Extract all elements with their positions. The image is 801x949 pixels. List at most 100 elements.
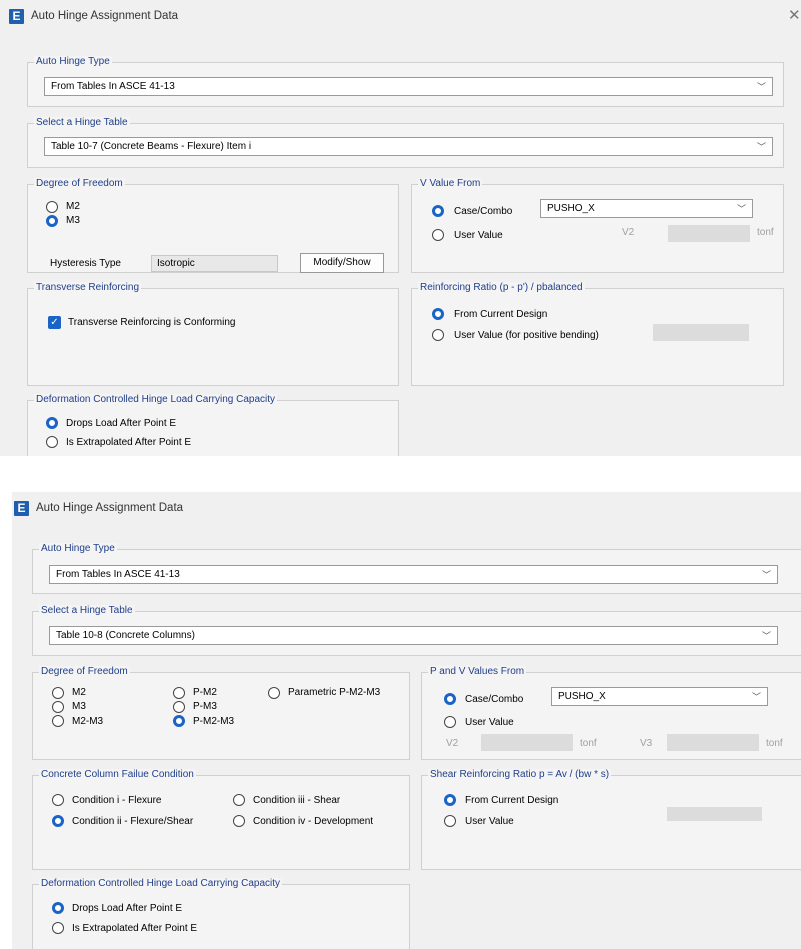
shear-ratio-legend: Shear Reinforcing Ratio p = Av / (bw * s…: [428, 769, 612, 780]
radio-condition-iii[interactable]: [233, 794, 245, 806]
hysteresis-value: Isotropic: [157, 258, 195, 269]
deformation-group: Deformation Controlled Hinge Load Carryi…: [27, 394, 399, 456]
radio-drops-load[interactable]: [52, 902, 64, 914]
conforming-checkbox-label: Transverse Reinforcing is Conforming: [68, 317, 236, 328]
auto-hinge-type-value: From Tables In ASCE 41-13: [56, 569, 180, 580]
v2-input[interactable]: [481, 734, 573, 751]
chevron-down-icon: ﹀: [751, 692, 761, 702]
case-combo-value: PUSHO_X: [558, 691, 606, 702]
window-title: Auto Hinge Assignment Data: [36, 502, 184, 514]
reinforcing-ratio-legend: Reinforcing Ratio (p - p') / pbalanced: [418, 282, 585, 293]
radio-drops-load[interactable]: [46, 417, 58, 429]
hinge-table-group: Select a Hinge Table Table 10-7 (Concret…: [27, 117, 784, 168]
radio-p-m2[interactable]: [173, 687, 185, 699]
auto-hinge-type-dropdown[interactable]: From Tables In ASCE 41-13 ﹀: [49, 565, 778, 584]
radio-user-value-positive[interactable]: [432, 329, 444, 341]
auto-hinge-type-group: Auto Hinge Type From Tables In ASCE 41-1…: [32, 543, 801, 594]
hinge-table-value: Table 10-7 (Concrete Beams - Flexure) It…: [51, 141, 252, 152]
radio-extrapolated[interactable]: [46, 436, 58, 448]
close-icon[interactable]: ✕: [788, 6, 801, 24]
radio-condition-iv-label: Condition iv - Development: [253, 816, 374, 827]
radio-from-current-design[interactable]: [444, 794, 456, 806]
failure-condition-group: Concrete Column Failue Condition Conditi…: [32, 769, 410, 870]
v-value-legend: V Value From: [418, 178, 483, 189]
deformation-group: Deformation Controlled Hinge Load Carryi…: [32, 878, 410, 949]
radio-condition-iii-label: Condition iii - Shear: [253, 795, 341, 806]
radio-condition-ii[interactable]: [52, 815, 64, 827]
radio-extrapolated-label: Is Extrapolated After Point E: [66, 437, 192, 448]
radio-user-value-label: User Value: [465, 717, 514, 728]
title-bar: E Auto Hinge Assignment Data: [12, 492, 801, 526]
dof-legend: Degree of Freedom: [39, 666, 130, 677]
radio-m2-label: M2: [66, 201, 80, 212]
radio-user-value[interactable]: [444, 716, 456, 728]
radio-condition-ii-label: Condition ii - Flexure/Shear: [72, 816, 194, 827]
shear-ratio-input[interactable]: [667, 807, 762, 821]
radio-case-combo[interactable]: [432, 205, 444, 217]
v2-label: V2: [622, 227, 635, 238]
shear-ratio-group: Shear Reinforcing Ratio p = Av / (bw * s…: [421, 769, 801, 870]
radio-condition-i[interactable]: [52, 794, 64, 806]
modify-show-button[interactable]: Modify/Show: [300, 253, 384, 273]
hinge-table-group: Select a Hinge Table Table 10-8 (Concret…: [32, 605, 801, 656]
dof-group: Degree of Freedom M2 M3 M2-M3 P-M2 P-M3 …: [32, 666, 410, 760]
case-combo-value: PUSHO_X: [547, 203, 595, 214]
hinge-table-dropdown[interactable]: Table 10-8 (Concrete Columns) ﹀: [49, 626, 778, 645]
hysteresis-field: Isotropic: [151, 255, 278, 272]
radio-case-combo[interactable]: [444, 693, 456, 705]
radio-case-combo-label: Case/Combo: [454, 206, 513, 217]
radio-p-m3[interactable]: [173, 701, 185, 713]
radio-m2-label: M2: [72, 687, 86, 698]
reinforcing-ratio-group: Reinforcing Ratio (p - p') / pbalanced F…: [411, 282, 784, 386]
auto-hinge-type-value: From Tables In ASCE 41-13: [51, 81, 175, 92]
dof-group: Degree of Freedom M2 M3 Hysteresis Type …: [27, 178, 399, 273]
radio-p-m2-label: P-M2: [193, 687, 217, 698]
auto-hinge-type-group: Auto Hinge Type From Tables In ASCE 41-1…: [27, 56, 784, 107]
v2-unit: tonf: [757, 227, 774, 238]
pv-values-group: P and V Values From Case/Combo PUSHO_X ﹀…: [421, 666, 801, 760]
radio-p-m3-label: P-M3: [193, 701, 217, 712]
radio-extrapolated[interactable]: [52, 922, 64, 934]
transverse-legend: Transverse Reinforcing: [34, 282, 142, 293]
radio-user-value-label: User Value: [465, 816, 514, 827]
failure-condition-legend: Concrete Column Failue Condition: [39, 769, 196, 780]
v3-input[interactable]: [667, 734, 759, 751]
chevron-down-icon: ﹀: [736, 204, 746, 214]
radio-m2[interactable]: [52, 687, 64, 699]
hinge-table-value: Table 10-8 (Concrete Columns): [56, 630, 195, 641]
radio-m3[interactable]: [46, 215, 58, 227]
chevron-down-icon: ﹀: [761, 631, 771, 641]
radio-drops-load-label: Drops Load After Point E: [66, 418, 177, 429]
dof-legend: Degree of Freedom: [34, 178, 125, 189]
v-value-group: V Value From Case/Combo PUSHO_X ﹀ User V…: [411, 178, 784, 273]
deformation-legend: Deformation Controlled Hinge Load Carryi…: [34, 394, 278, 405]
radio-from-current-design[interactable]: [432, 308, 444, 320]
radio-m2-m3[interactable]: [52, 715, 64, 727]
case-combo-dropdown[interactable]: PUSHO_X ﹀: [540, 199, 753, 218]
v2-input[interactable]: [668, 225, 750, 242]
auto-hinge-type-legend: Auto Hinge Type: [39, 543, 117, 554]
auto-hinge-type-dropdown[interactable]: From Tables In ASCE 41-13 ﹀: [44, 77, 773, 96]
radio-user-value-positive-label: User Value (for positive bending): [454, 330, 599, 341]
reinforcing-ratio-input[interactable]: [653, 324, 749, 341]
radio-condition-iv[interactable]: [233, 815, 245, 827]
v3-label: V3: [640, 738, 653, 749]
radio-p-m2-m3-label: P-M2-M3: [193, 716, 235, 727]
radio-p-m2-m3[interactable]: [173, 715, 185, 727]
radio-m2-m3-label: M2-M3: [72, 716, 104, 727]
radio-from-current-design-label: From Current Design: [465, 795, 559, 806]
radio-m3[interactable]: [52, 701, 64, 713]
case-combo-dropdown[interactable]: PUSHO_X ﹀: [551, 687, 768, 706]
radio-user-value[interactable]: [444, 815, 456, 827]
radio-m2[interactable]: [46, 201, 58, 213]
hinge-table-dropdown[interactable]: Table 10-7 (Concrete Beams - Flexure) It…: [44, 137, 773, 156]
v2-unit: tonf: [580, 738, 597, 749]
window-title: Auto Hinge Assignment Data: [31, 10, 179, 22]
hinge-table-legend: Select a Hinge Table: [34, 117, 130, 128]
radio-user-value[interactable]: [432, 229, 444, 241]
dialog-1: E Auto Hinge Assignment Data ✕ Auto Hing…: [0, 0, 801, 456]
radio-parametric[interactable]: [268, 687, 280, 699]
chevron-down-icon: ﹀: [756, 142, 766, 152]
conforming-checkbox[interactable]: ✓: [48, 316, 61, 329]
hysteresis-label: Hysteresis Type: [50, 258, 121, 269]
